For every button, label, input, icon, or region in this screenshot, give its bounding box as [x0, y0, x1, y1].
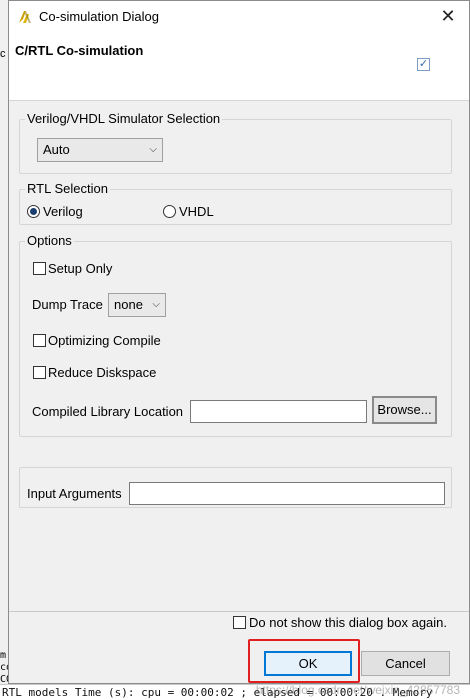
console-side-line: m — [0, 650, 7, 661]
simulator-select[interactable]: Auto ⌵ — [37, 138, 163, 162]
optimizing-compile-label[interactable]: Optimizing Compile — [48, 333, 161, 348]
browse-button[interactable]: Browse... — [372, 396, 437, 424]
verilog-radio[interactable] — [27, 205, 40, 218]
compiled-library-label: Compiled Library Location — [32, 404, 184, 419]
chevron-down-icon: ⌵ — [149, 144, 157, 155]
verilog-label[interactable]: Verilog — [43, 204, 83, 219]
cosimulation-dialog: Co-simulation Dialog ✕ C/RTL Co-simulati… — [8, 0, 470, 684]
reduce-diskspace-label[interactable]: Reduce Diskspace — [48, 365, 156, 380]
setup-only-label[interactable]: Setup Only — [48, 261, 112, 276]
input-arguments-label: Input Arguments — [27, 486, 122, 501]
chevron-down-icon: ⌵ — [152, 299, 160, 310]
ok-button[interactable]: OK — [264, 651, 352, 676]
vivado-hls-icon — [19, 11, 31, 23]
cancel-button[interactable]: Cancel — [361, 651, 450, 676]
reduce-diskspace-checkbox[interactable] — [33, 366, 46, 379]
vhdl-label[interactable]: VHDL — [179, 204, 214, 219]
dialog-heading: C/RTL Co-simulation — [15, 43, 144, 58]
dump-trace-label: Dump Trace — [32, 297, 103, 312]
header-checkbox[interactable]: ✓ — [417, 58, 430, 71]
background-window-edge — [0, 0, 8, 700]
optimizing-compile-checkbox[interactable] — [33, 334, 46, 347]
dump-trace-select[interactable]: none ⌵ — [108, 293, 166, 317]
dump-trace-value: none — [114, 297, 143, 312]
footer-separator — [9, 611, 469, 612]
title-bar[interactable]: Co-simulation Dialog ✕ — [9, 1, 469, 33]
vhdl-radio[interactable] — [163, 205, 176, 218]
options-legend: Options — [25, 233, 74, 248]
dialog-header: C/RTL Co-simulation ✓ — [9, 33, 469, 101]
simulator-select-value: Auto — [43, 142, 70, 157]
console-side-line: co — [0, 662, 13, 673]
dont-show-again-label[interactable]: Do not show this dialog box again. — [249, 615, 447, 630]
close-icon[interactable]: ✕ — [433, 3, 463, 31]
simulator-legend: Verilog/VHDL Simulator Selection — [25, 111, 223, 126]
compiled-library-input[interactable] — [190, 400, 367, 423]
dialog-body: Verilog/VHDL Simulator Selection Auto ⌵ … — [9, 102, 469, 611]
background-console-side: m co CO — [0, 650, 13, 685]
window-title: Co-simulation Dialog — [39, 9, 159, 24]
input-arguments-input[interactable] — [129, 482, 445, 505]
watermark: https://blog.csdn.net/weixin_42857783 — [255, 683, 460, 697]
dont-show-again-checkbox[interactable] — [233, 616, 246, 629]
background-text-fragment: c — [0, 48, 6, 60]
rtl-legend: RTL Selection — [25, 181, 110, 196]
setup-only-checkbox[interactable] — [33, 262, 46, 275]
